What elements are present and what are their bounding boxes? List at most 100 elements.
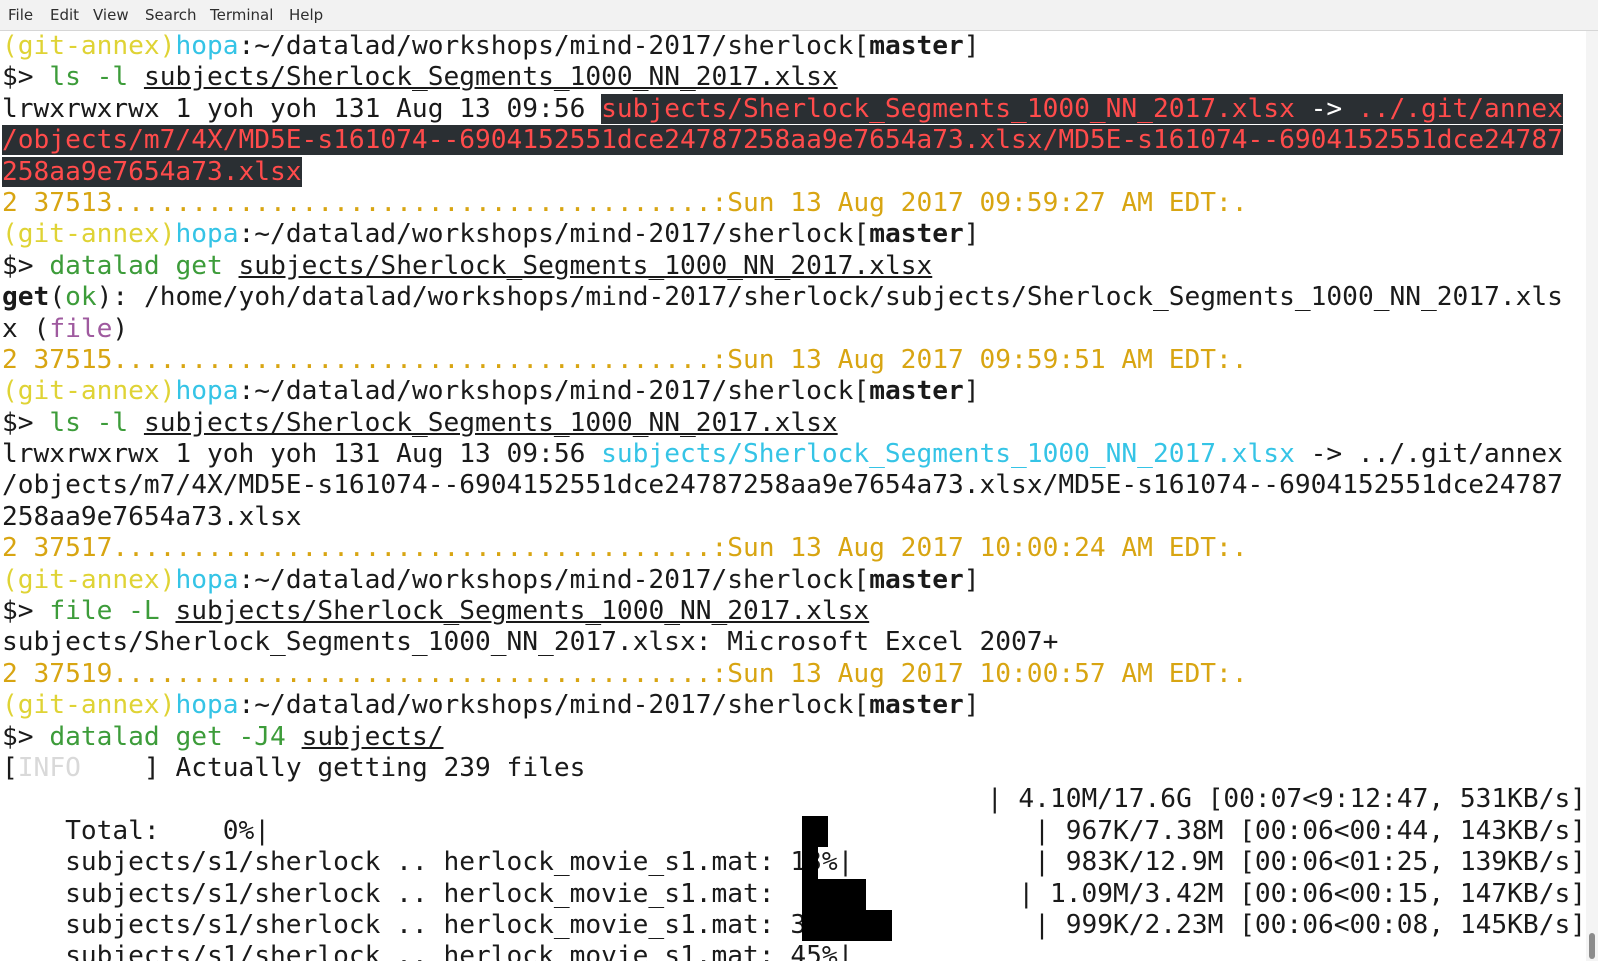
prompt-sigil: $> bbox=[2, 596, 50, 627]
prompt-line: (git-annex)hopa:~/datalad/workshops/mind… bbox=[0, 376, 1586, 407]
result-paren: ) bbox=[112, 313, 129, 344]
info-level: INFO bbox=[17, 752, 81, 783]
scrollbar[interactable] bbox=[1586, 31, 1598, 961]
command-line: $> file -L subjects/Sherlock_Segments_10… bbox=[0, 596, 1586, 627]
prompt-env: (git-annex) bbox=[2, 31, 176, 61]
prompt-host: hopa bbox=[175, 564, 239, 595]
command-argument: subjects/Sherlock_Segments_1000_NN_2017.… bbox=[143, 62, 838, 93]
result-ok: ok bbox=[65, 282, 97, 313]
output-line: x (file) bbox=[0, 314, 1586, 345]
prompt-bracket: ] bbox=[963, 31, 980, 61]
progress-stats: | 967K/7.38M [00:06<00:44, 143KB/s] bbox=[1034, 815, 1586, 846]
status-line: 2 37515.................................… bbox=[2, 344, 1248, 375]
file-permissions: lrwxrwxrwx 1 yoh yoh 131 Aug 13 09:56 bbox=[2, 439, 602, 470]
menu-file[interactable]: File bbox=[8, 6, 33, 24]
command-argument: subjects/Sherlock_Segments_1000_NN_2017.… bbox=[143, 407, 838, 438]
scrollbar-thumb[interactable] bbox=[1589, 933, 1595, 959]
prompt-bracket: ] bbox=[963, 376, 980, 407]
symlink-target: 258aa9e7654a73.xlsx bbox=[2, 156, 302, 187]
menu-help[interactable]: Help bbox=[289, 6, 323, 24]
prompt-bracket: ] bbox=[963, 219, 980, 250]
prompt-bracket: [ bbox=[853, 564, 870, 595]
command-line: $> ls -l subjects/Sherlock_Segments_1000… bbox=[0, 62, 1586, 93]
prompt-line: (git-annex)hopa:~/datalad/workshops/mind… bbox=[0, 31, 1586, 62]
prompt-host: hopa bbox=[175, 31, 239, 61]
status-line: 2 37519.................................… bbox=[2, 658, 1248, 689]
output-line: get(ok): /home/yoh/datalad/workshops/min… bbox=[0, 282, 1586, 313]
prompt-branch: master bbox=[869, 219, 964, 250]
prompt-bracket: [ bbox=[853, 219, 870, 250]
command-name: datalad get -J4 bbox=[49, 721, 286, 752]
command-name: ls -l bbox=[49, 407, 129, 438]
prompt-sigil: $> bbox=[2, 250, 50, 281]
menu-view[interactable]: View bbox=[93, 6, 129, 24]
prompt-line: (git-annex)hopa:~/datalad/workshops/mind… bbox=[0, 219, 1586, 250]
prompt-bracket: [ bbox=[853, 690, 870, 721]
progress-row: subjects/s1/sherlock .. herlock_movie_s1… bbox=[0, 878, 1586, 940]
result-path: : /home/yoh/datalad/workshops/mind-2017/… bbox=[112, 282, 1563, 313]
symlink-target: /objects/m7/4X/MD5E-s161074--6904152551d… bbox=[2, 470, 1563, 501]
command-line: $> datalad get subjects/Sherlock_Segment… bbox=[0, 251, 1586, 282]
prompt-host: hopa bbox=[175, 376, 239, 407]
output-line: subjects/Sherlock_Segments_1000_NN_2017.… bbox=[2, 627, 1059, 658]
get-action: get bbox=[2, 282, 50, 313]
status-line: 2 37517.................................… bbox=[2, 533, 1248, 564]
symlink-arrow: -> bbox=[1294, 93, 1358, 124]
prompt-sigil: $> bbox=[2, 721, 50, 752]
info-bracket: [ bbox=[2, 752, 18, 783]
output-line: lrwxrwxrwx 1 yoh yoh 131 Aug 13 09:56 su… bbox=[0, 439, 1586, 470]
command-line: $> datalad get -J4 subjects/ bbox=[0, 722, 1586, 753]
menu-bar: File Edit View Search Terminal Help bbox=[0, 0, 1598, 31]
prompt-bracket: [ bbox=[853, 376, 870, 407]
prompt-sigil: $> bbox=[2, 407, 50, 438]
prompt-path: :~/datalad/workshops/mind-2017/sherlock bbox=[238, 376, 854, 407]
progress-stats: | 1.09M/3.42M [00:06<00:15, 147KB/s] bbox=[1018, 878, 1586, 909]
result-type: file bbox=[49, 313, 113, 344]
prompt-path: :~/datalad/workshops/mind-2017/sherlock bbox=[238, 564, 854, 595]
command-name: ls -l bbox=[49, 62, 129, 93]
command-argument: subjects/Sherlock_Segments_1000_NN_2017.… bbox=[175, 596, 870, 627]
command-name: file -L bbox=[49, 596, 160, 627]
progress-stats: | 999K/2.23M [00:06<00:08, 145KB/s] bbox=[1034, 909, 1586, 940]
result-path: x ( bbox=[2, 313, 50, 344]
command-argument: subjects/Sherlock_Segments_1000_NN_2017.… bbox=[238, 250, 933, 281]
menu-edit[interactable]: Edit bbox=[50, 6, 79, 24]
result-paren: ) bbox=[96, 282, 113, 313]
result-paren: ( bbox=[49, 282, 66, 313]
progress-fill bbox=[802, 878, 866, 910]
prompt-line: (git-annex)hopa:~/datalad/workshops/mind… bbox=[0, 565, 1586, 596]
output-line: 258aa9e7654a73.xlsx bbox=[0, 502, 1586, 533]
progress-fill bbox=[802, 847, 818, 879]
file-permissions: lrwxrwxrwx 1 yoh yoh 131 Aug 13 09:56 bbox=[2, 93, 602, 124]
output-line: /objects/m7/4X/MD5E-s161074--6904152551d… bbox=[0, 125, 1586, 156]
prompt-path: :~/datalad/workshops/mind-2017/sherlock bbox=[238, 31, 854, 61]
progress-fill bbox=[802, 815, 828, 848]
progress-total: Total: 0%| | 4.10M/17.6G [00:07<9:12:47,… bbox=[0, 784, 1586, 845]
command-line: $> ls -l subjects/Sherlock_Segments_1000… bbox=[0, 408, 1586, 439]
symlink-target: /objects/m7/4X/MD5E-s161074--6904152551d… bbox=[2, 125, 1563, 156]
prompt-branch: master bbox=[869, 31, 964, 61]
progress-fill bbox=[802, 909, 892, 942]
prompt-bracket: ] bbox=[963, 690, 980, 721]
prompt-host: hopa bbox=[175, 690, 239, 721]
prompt-branch: master bbox=[869, 690, 964, 721]
status-line: 2 37513.................................… bbox=[2, 187, 1248, 218]
prompt-path: :~/datalad/workshops/mind-2017/sherlock bbox=[238, 690, 854, 721]
progress-total-stats: | 4.10M/17.6G [00:07<9:12:47, 531KB/s] bbox=[986, 784, 1586, 815]
menu-terminal[interactable]: Terminal bbox=[210, 6, 273, 24]
symlink-target: 258aa9e7654a73.xlsx bbox=[2, 501, 302, 532]
prompt-line: (git-annex)hopa:~/datalad/workshops/mind… bbox=[0, 690, 1586, 721]
terminal-output[interactable]: (git-annex)hopa:~/datalad/workshops/mind… bbox=[0, 31, 1586, 961]
info-line: [INFO ] Actually getting 239 files bbox=[0, 753, 1586, 784]
symlink-target: ../.git/annex bbox=[1357, 93, 1563, 124]
prompt-sigil: $> bbox=[2, 62, 50, 93]
output-line: 258aa9e7654a73.xlsx bbox=[0, 156, 1586, 188]
output-line: /objects/m7/4X/MD5E-s161074--6904152551d… bbox=[0, 470, 1586, 501]
progress-percent: 45%| bbox=[774, 941, 854, 961]
progress-row: subjects/s1/sherlock .. herlock_movie_s1… bbox=[0, 909, 1586, 961]
info-message: ] Actually getting 239 files bbox=[80, 752, 586, 783]
prompt-path: :~/datalad/workshops/mind-2017/sherlock bbox=[238, 219, 854, 250]
output-line: lrwxrwxrwx 1 yoh yoh 131 Aug 13 09:56 su… bbox=[0, 93, 1586, 125]
symlink-name-highlighted: subjects/Sherlock_Segments_1000_NN_2017.… bbox=[601, 93, 1295, 124]
menu-search[interactable]: Search bbox=[145, 6, 197, 24]
